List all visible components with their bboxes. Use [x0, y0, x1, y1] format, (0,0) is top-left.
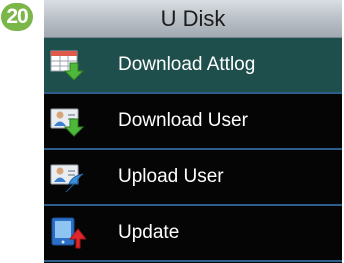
menu-item-upload-user[interactable]: Upload User: [44, 150, 342, 206]
menu-list: Download Attlog Download User Upload Use…: [44, 38, 342, 262]
step-number-badge: 20: [1, 3, 33, 31]
user-card-download-icon: [50, 105, 86, 137]
menu-item-download-user[interactable]: Download User: [44, 94, 342, 150]
page-title: U Disk: [160, 6, 226, 31]
device-update-icon: [50, 217, 88, 249]
menu-item-label: Download Attlog: [118, 54, 256, 75]
menu-item-label: Download User: [118, 110, 248, 131]
title-bar: U Disk: [44, 0, 342, 38]
device-screen: U Disk Download Attlog Download User Upl…: [44, 0, 342, 263]
page: 20 U Disk Download Attlog Download User …: [0, 0, 344, 263]
user-card-upload-icon: [50, 161, 86, 193]
menu-item-update[interactable]: Update: [44, 206, 342, 262]
menu-item-label: Upload User: [118, 166, 224, 187]
menu-item-download-attlog[interactable]: Download Attlog: [44, 38, 342, 94]
table-download-icon: [50, 49, 86, 81]
menu-item-label: Update: [118, 222, 180, 243]
